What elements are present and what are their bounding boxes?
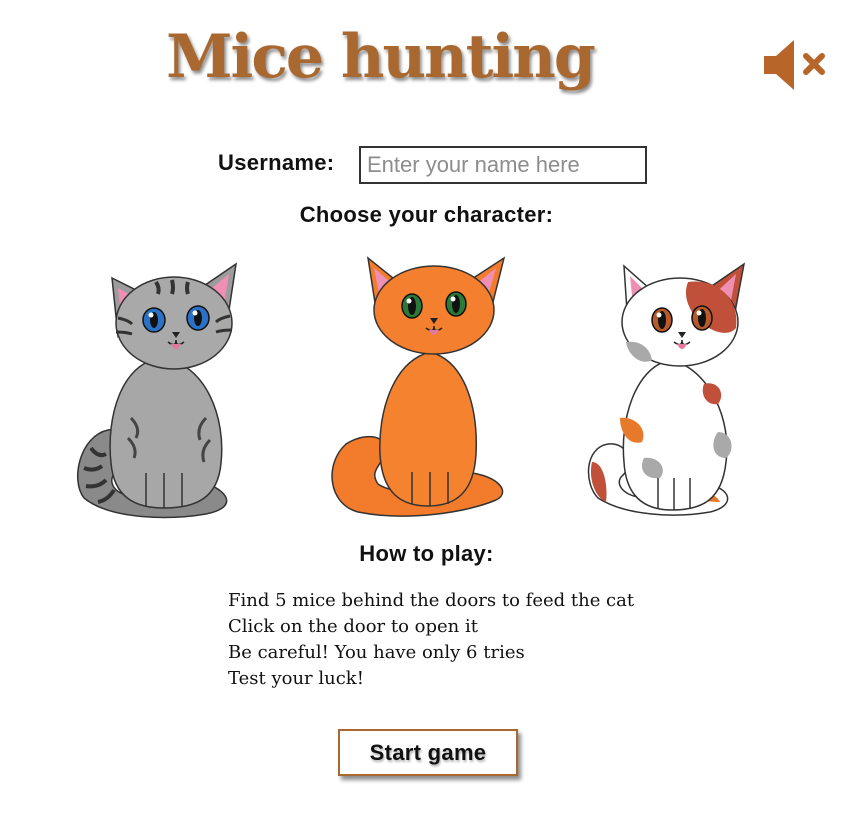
mute-button[interactable] [760, 38, 830, 92]
username-input[interactable] [359, 146, 647, 184]
game-title: Mice hunting [166, 22, 596, 92]
instruction-line: Test your luck! [228, 668, 364, 689]
instruction-line: Click on the door to open it [228, 616, 478, 637]
how-to-play-heading: How to play: [359, 541, 494, 566]
character-calico-cat[interactable] [586, 262, 752, 520]
character-orange-cat[interactable] [328, 254, 520, 524]
choose-character-heading: Choose your character: [299, 202, 554, 227]
username-label: Username: [218, 150, 335, 175]
username-row: Username: [0, 146, 853, 188]
instructions: Find 5 mice behind the doors to feed the… [228, 588, 634, 692]
start-game-button[interactable]: Start game [338, 729, 518, 776]
instruction-line: Find 5 mice behind the doors to feed the… [228, 590, 635, 611]
speaker-muted-icon [764, 40, 825, 90]
character-grey-tabby-cat[interactable] [76, 258, 246, 520]
instruction-line: Be careful! You have only 6 tries [228, 642, 525, 663]
